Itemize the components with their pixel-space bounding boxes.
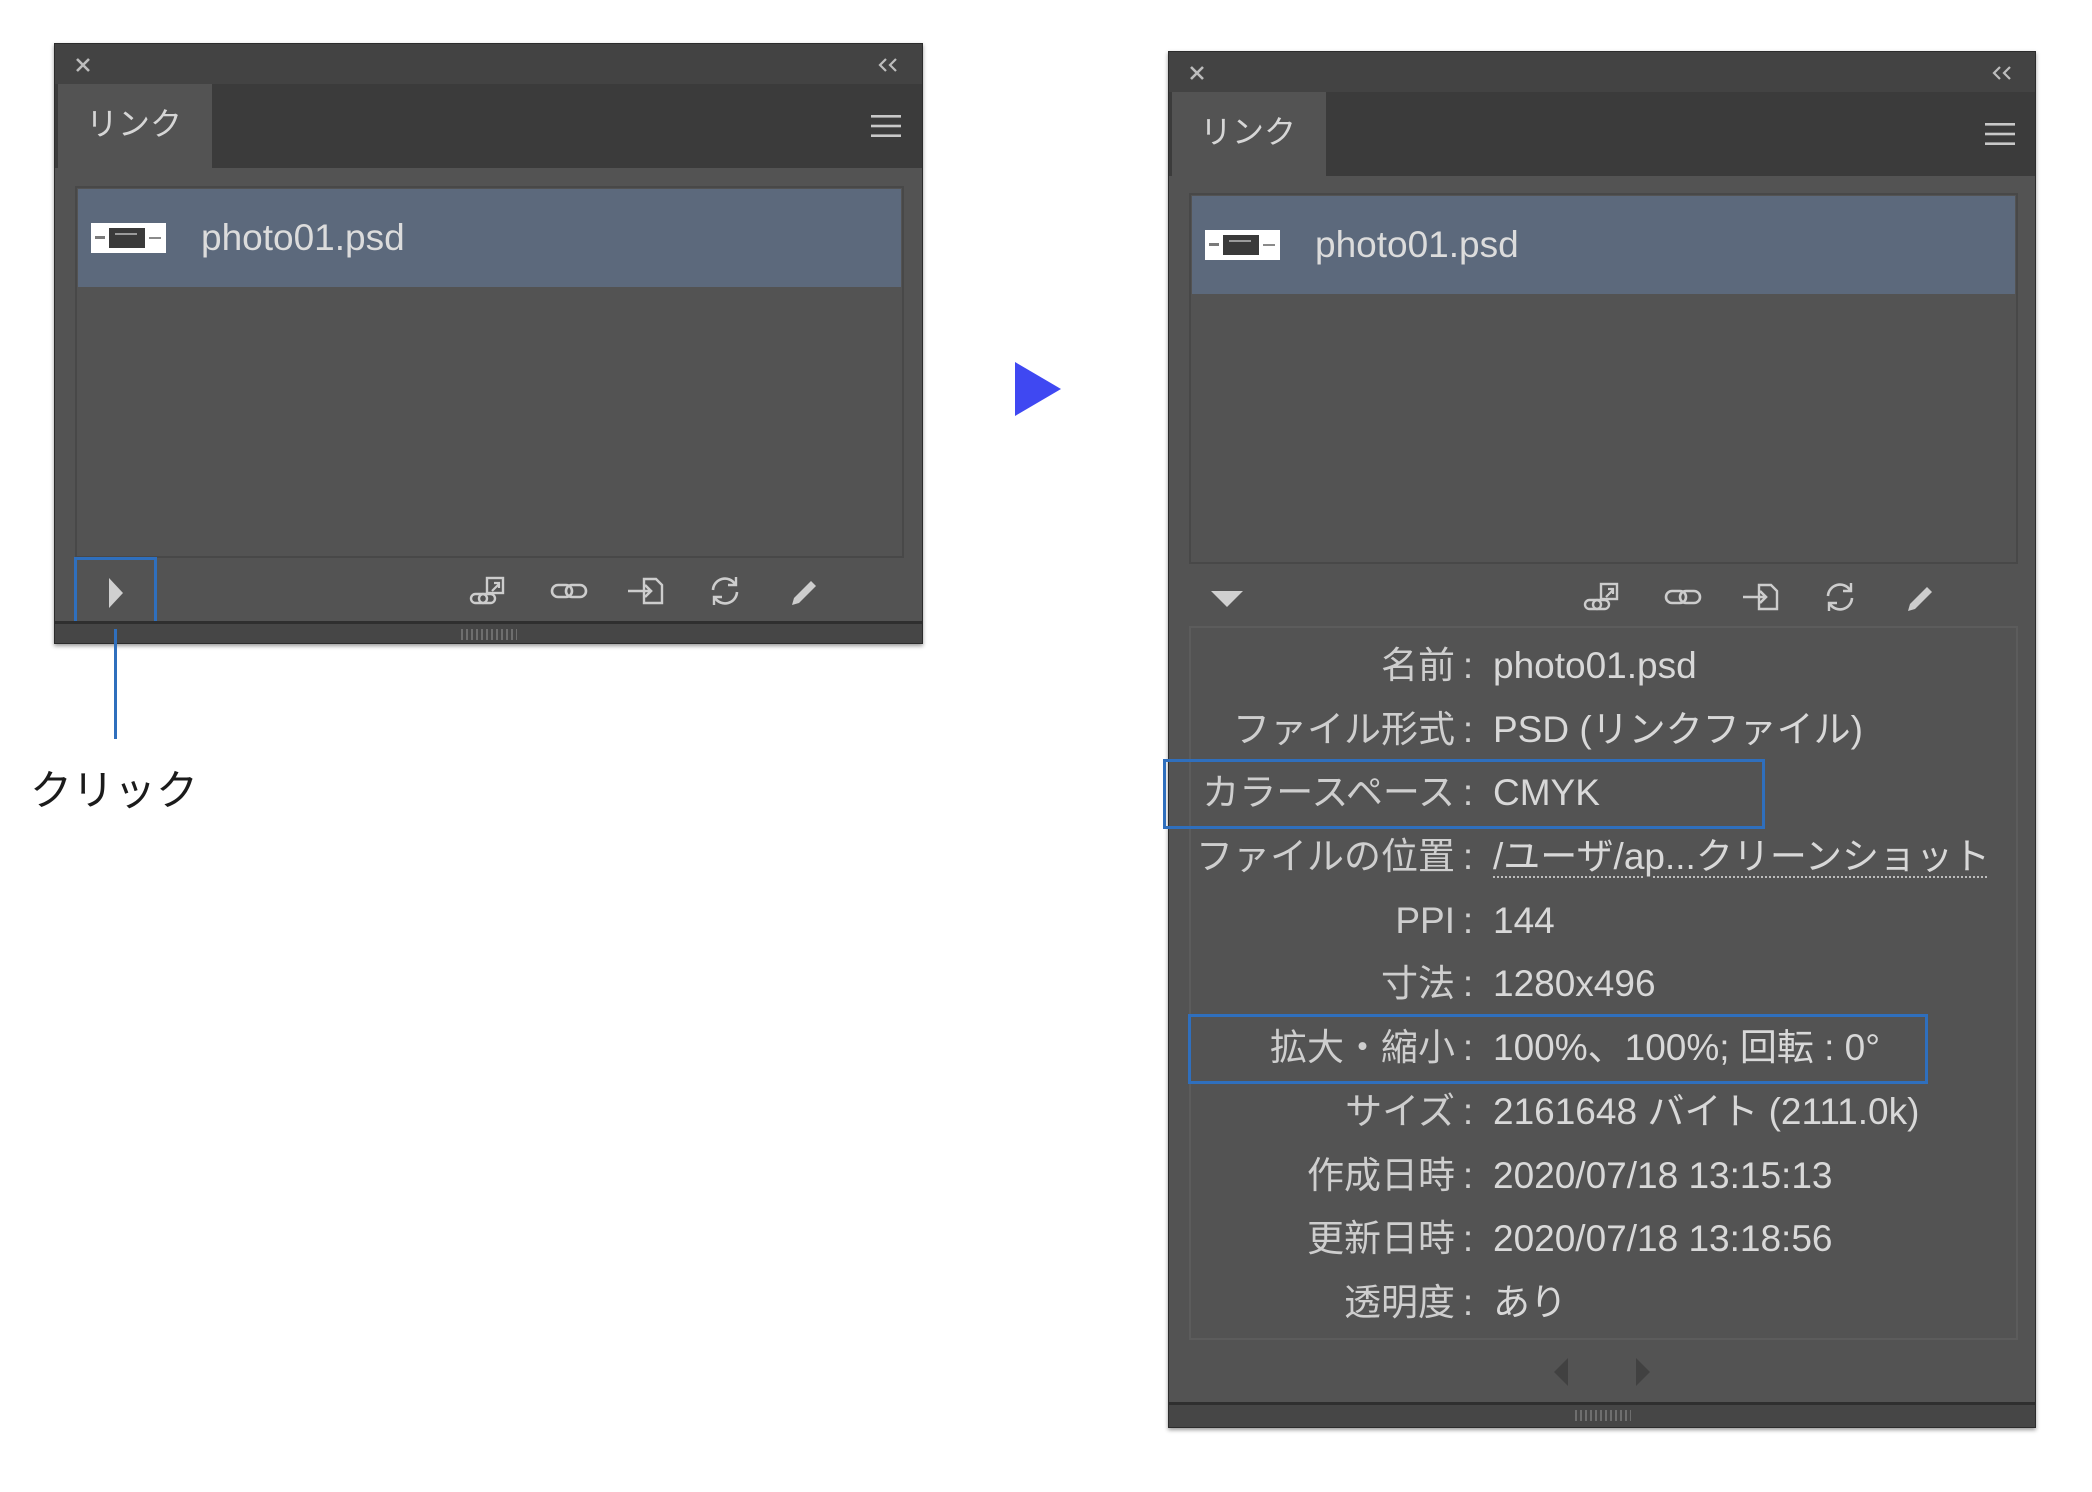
info-value: PSD (リンクファイル) <box>1493 708 1863 750</box>
info-label: 作成日時 <box>1307 1154 1455 1196</box>
highlight-box-color-space <box>1163 759 1765 829</box>
info-row-name: 名前 : photo01.psd <box>1191 634 2016 698</box>
info-separator: : <box>1462 1281 1474 1323</box>
info-separator: : <box>1462 1154 1474 1196</box>
info-row-format: ファイル形式 : PSD (リンクファイル) <box>1191 698 2016 762</box>
panel-resize-bar[interactable] <box>1169 1402 2035 1427</box>
triangle-down-icon[interactable] <box>1210 590 1244 608</box>
link-filename: photo01.psd <box>201 217 405 258</box>
tab-links[interactable]: リンク <box>58 84 212 168</box>
info-value: あり <box>1493 1281 1567 1323</box>
info-separator: : <box>1462 963 1474 1005</box>
go-to-link-icon[interactable] <box>626 573 666 609</box>
info-separator: : <box>1462 1090 1474 1132</box>
info-row-transparency: 透明度 : あり <box>1191 1271 2016 1335</box>
hamburger-menu-icon[interactable] <box>871 114 901 138</box>
close-icon[interactable] <box>72 54 94 76</box>
resize-grip-icon[interactable] <box>461 629 517 640</box>
info-value-container: /ユーザ/ap...クリーンショット <box>1481 825 2016 889</box>
links-list: photo01.psd <box>1189 193 2018 564</box>
link-info-section: 名前 : photo01.psd ファイル形式 : PSD (リンクファイル) … <box>1189 626 2018 1340</box>
info-row-size: サイズ : 2161648 バイト (2111.0k) <box>1191 1080 2016 1144</box>
image-thumbnail <box>91 223 166 253</box>
tab-links[interactable]: リンク <box>1172 92 1326 176</box>
relink-icon[interactable] <box>1663 579 1703 615</box>
info-label: 名前 <box>1381 645 1455 686</box>
update-link-icon[interactable] <box>705 573 745 609</box>
double-chevron-left-icon[interactable] <box>875 54 901 76</box>
info-separator: : <box>1462 899 1474 941</box>
info-label: サイズ <box>1345 1090 1455 1132</box>
link-list-item[interactable]: photo01.psd <box>78 189 901 287</box>
update-link-icon[interactable] <box>1820 579 1860 615</box>
info-separator: : <box>1462 1218 1474 1260</box>
relink-cc-libraries-icon[interactable] <box>1582 579 1622 615</box>
info-value: 144 <box>1493 899 1555 941</box>
info-separator: : <box>1462 708 1474 750</box>
link-list-item[interactable]: photo01.psd <box>1192 196 2015 294</box>
right-triangle-arrow-icon <box>1015 362 1061 416</box>
info-value: 2020/07/18 13:18:56 <box>1493 1218 1833 1260</box>
info-row-modified: 更新日時 : 2020/07/18 13:18:56 <box>1191 1207 2016 1271</box>
close-icon[interactable] <box>1186 62 1208 84</box>
edit-original-icon[interactable] <box>783 573 823 609</box>
callout-label: クリック <box>30 767 199 814</box>
info-label: ファイル形式 <box>1233 708 1455 750</box>
panel-resize-bar[interactable] <box>55 621 922 643</box>
go-to-link-icon[interactable] <box>1741 579 1781 615</box>
info-row-dimensions: 寸法 : 1280x496 <box>1191 952 2016 1016</box>
info-label: PPI <box>1395 899 1455 941</box>
panel-title-bar[interactable] <box>1169 52 2035 92</box>
info-row-created: 作成日時 : 2020/07/18 13:15:13 <box>1191 1144 2016 1208</box>
triangle-left-icon[interactable] <box>1553 1357 1569 1387</box>
resize-grip-icon[interactable] <box>1575 1410 1631 1421</box>
info-separator: : <box>1462 645 1474 686</box>
info-separator: : <box>1462 836 1474 878</box>
info-value: 1280x496 <box>1493 963 1656 1005</box>
info-label: ファイルの位置 <box>1196 836 1455 878</box>
hamburger-menu-icon[interactable] <box>1985 122 2015 146</box>
double-chevron-left-icon[interactable] <box>1989 62 2015 84</box>
links-panel-expanded: リンク photo01.psd 名前: photo01.psd ファイル形式 … <box>1163 51 2036 1428</box>
info-row-file-location: ファイルの位置 : /ユーザ/ap...クリーンショット <box>1191 825 2016 889</box>
links-panel-collapsed: リンク photo01.psd <box>54 43 923 644</box>
panel-tab-bar: リンク <box>55 84 922 168</box>
triangle-right-icon <box>108 578 123 608</box>
info-label: 透明度 <box>1344 1281 1455 1323</box>
info-row-ppi: PPI : 144 <box>1191 889 2016 953</box>
relink-icon[interactable] <box>549 573 589 609</box>
panel-tab-bar: リンク <box>1169 92 2035 176</box>
file-location-link[interactable]: /ユーザ/ap...クリーンショット <box>1493 836 1990 877</box>
info-label: 更新日時 <box>1307 1218 1455 1260</box>
info-value: 2020/07/18 13:15:13 <box>1493 1154 1833 1196</box>
info-value: 2161648 バイト (2111.0k) <box>1493 1090 1920 1132</box>
links-list: photo01.psd <box>75 186 904 558</box>
highlight-box-scale <box>1188 1014 1928 1084</box>
info-value: photo01.psd <box>1493 645 1697 686</box>
link-filename: photo01.psd <box>1315 224 1519 265</box>
info-label: 寸法 <box>1381 963 1455 1005</box>
edit-original-icon[interactable] <box>1899 579 1939 615</box>
tab-label: リンク <box>1200 114 1297 150</box>
tab-label: リンク <box>86 106 183 142</box>
relink-cc-libraries-icon[interactable] <box>468 573 508 609</box>
show-link-info-button[interactable] <box>74 557 157 629</box>
panel-title-bar[interactable] <box>55 44 922 84</box>
callout-line <box>114 629 117 739</box>
triangle-right-icon[interactable] <box>1635 1357 1651 1387</box>
image-thumbnail <box>1205 230 1280 260</box>
